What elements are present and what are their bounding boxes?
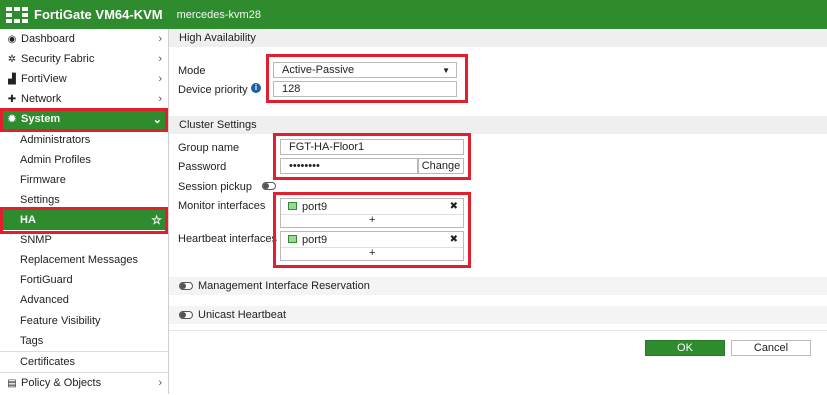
- sidebar: ◉ Dashboard › ✲ Security Fabric › ▟ Fort…: [0, 29, 169, 394]
- dashboard-icon: ◉: [7, 33, 17, 45]
- chevron-right-icon: ›: [158, 33, 162, 45]
- sidebar-item-replacement-messages[interactable]: Replacement Messages: [0, 250, 168, 270]
- chevron-right-icon: ›: [158, 53, 162, 65]
- main-panel: High Availability Mode Active-Passive ▼ …: [169, 29, 827, 395]
- monitor-interfaces-label: Monitor interfaces: [178, 200, 266, 212]
- password-label: Password: [178, 161, 227, 173]
- sidebar-item-admin-profiles[interactable]: Admin Profiles: [0, 150, 168, 170]
- chevron-right-icon: ›: [158, 93, 162, 105]
- unicast-heartbeat-toggle[interactable]: [179, 311, 193, 319]
- sidebar-item-dashboard[interactable]: ◉ Dashboard ›: [0, 29, 168, 49]
- ok-button[interactable]: OK: [645, 340, 725, 356]
- group-name-label: Group name: [178, 142, 240, 154]
- chevron-right-icon: ›: [158, 377, 162, 389]
- mgmt-reservation-row: Management Interface Reservation: [169, 277, 827, 295]
- unicast-heartbeat-label: Unicast Heartbeat: [198, 309, 287, 321]
- mgmt-reservation-toggle[interactable]: [179, 282, 193, 290]
- highlight-mode-priority: [266, 54, 468, 103]
- device-priority-label: Device priority: [178, 84, 248, 96]
- sidebar-item-tags[interactable]: Tags: [0, 331, 168, 351]
- sidebar-item-feature-visibility[interactable]: Feature Visibility: [0, 311, 168, 331]
- session-pickup-label: Session pickup: [178, 181, 252, 193]
- mode-label: Mode: [178, 65, 206, 77]
- section-high-availability: High Availability: [169, 29, 827, 47]
- sidebar-item-policy-objects[interactable]: ▤ Policy & Objects ›: [0, 373, 168, 393]
- mgmt-reservation-label: Management Interface Reservation: [198, 280, 370, 292]
- sidebar-item-firmware[interactable]: Firmware: [0, 170, 168, 190]
- sidebar-item-advanced[interactable]: Advanced: [0, 290, 168, 310]
- sidebar-item-fortiguard[interactable]: FortiGuard: [0, 270, 168, 290]
- footer-bar: [169, 330, 827, 395]
- sidebar-item-fortiview[interactable]: ▟ FortiView ›: [0, 69, 168, 89]
- fortiview-chart-icon: ▟: [8, 73, 16, 85]
- heartbeat-interfaces-label: Heartbeat interfaces: [178, 233, 278, 245]
- unicast-heartbeat-row: Unicast Heartbeat: [169, 306, 827, 324]
- session-pickup-toggle[interactable]: [262, 182, 276, 190]
- highlight-group-password: [273, 133, 471, 180]
- sidebar-item-administrators[interactable]: Administrators: [0, 130, 168, 150]
- cancel-button[interactable]: Cancel: [731, 340, 811, 356]
- hostname: mercedes-kvm28: [176, 8, 261, 21]
- sidebar-item-network[interactable]: ✚ Network ›: [0, 89, 168, 109]
- chevron-right-icon: ›: [158, 73, 162, 85]
- sidebar-item-security-fabric[interactable]: ✲ Security Fabric ›: [0, 49, 168, 69]
- network-icon: ✚: [7, 93, 17, 105]
- highlight-interfaces: [273, 192, 471, 268]
- app-title: FortiGate VM64-KVM: [34, 7, 163, 22]
- policy-objects-icon: ▤: [7, 377, 17, 389]
- highlight-system: [0, 108, 168, 132]
- security-fabric-icon: ✲: [7, 53, 17, 65]
- section-cluster-settings: Cluster Settings: [169, 116, 827, 134]
- sidebar-item-snmp[interactable]: SNMP: [0, 230, 168, 250]
- top-bar: FortiGate VM64-KVM mercedes-kvm28: [0, 0, 827, 29]
- fortinet-logo-icon: [6, 6, 28, 23]
- sidebar-item-certificates[interactable]: Certificates: [0, 352, 168, 372]
- info-icon[interactable]: i: [251, 83, 261, 93]
